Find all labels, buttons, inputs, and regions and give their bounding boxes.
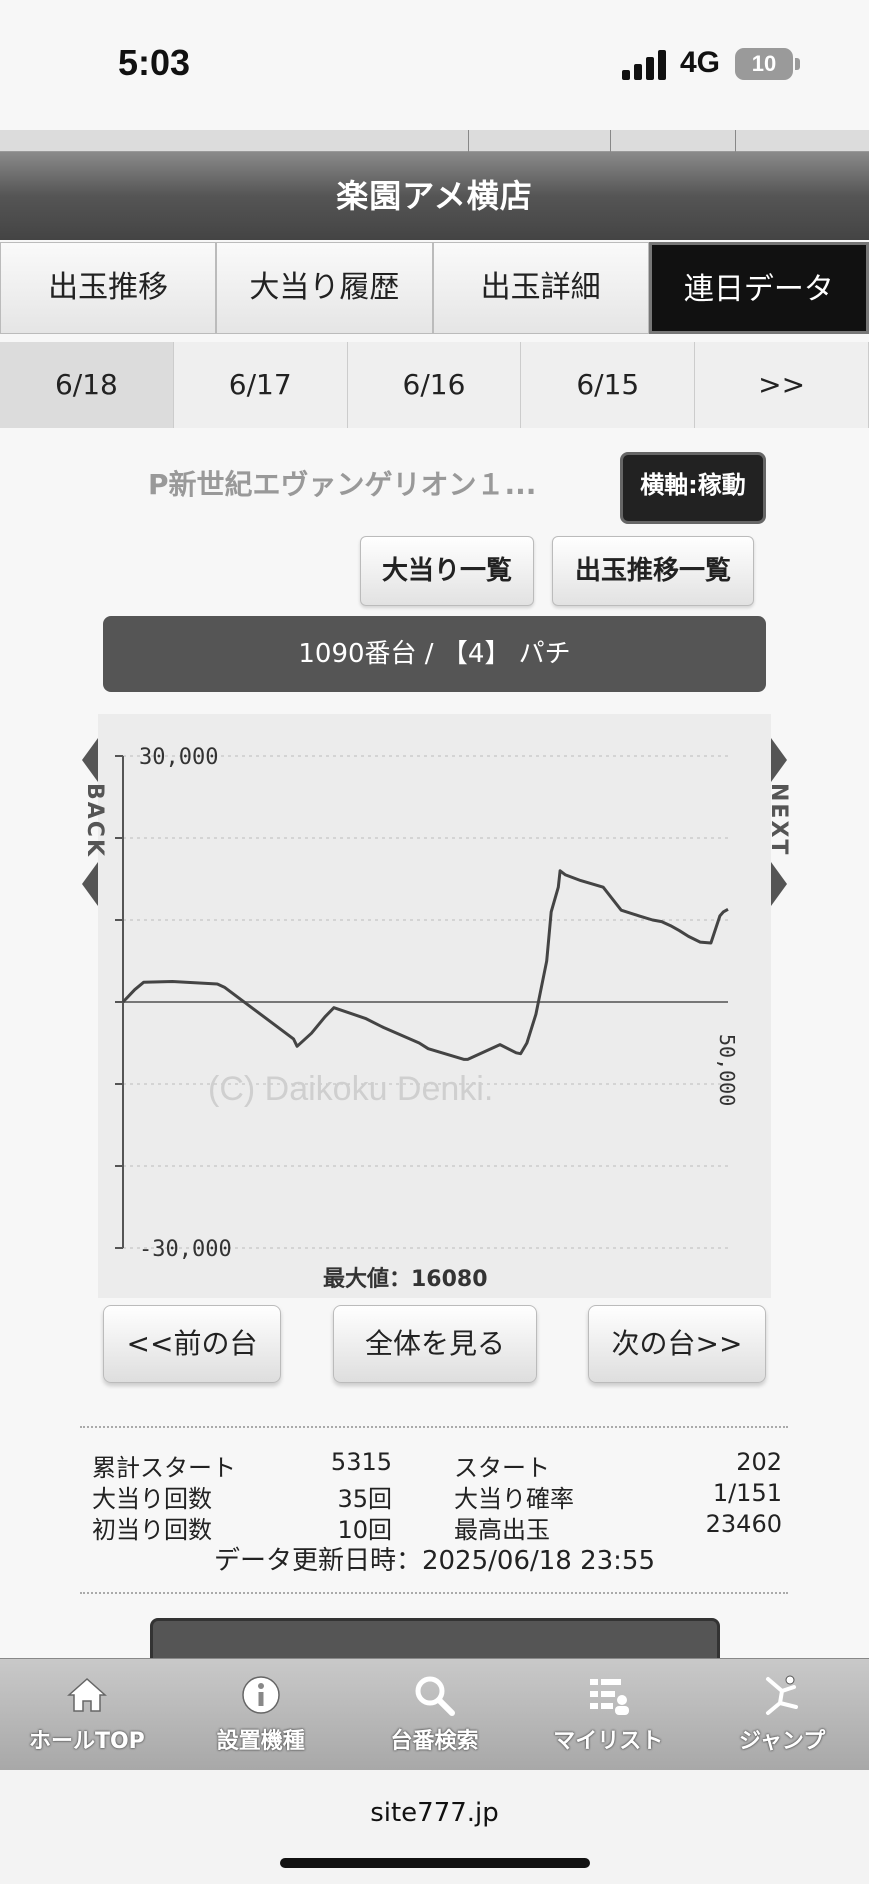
home-indicator (280, 1858, 590, 1868)
list-icon (590, 1679, 630, 1715)
network-type: 4G (680, 46, 721, 79)
nav-label: 台番検索 (390, 1729, 479, 1754)
view-all-button[interactable]: 全体を見る (333, 1305, 537, 1383)
battery-tip (795, 58, 800, 70)
search-icon (415, 1676, 456, 1716)
max-value-label: 最大値：16080 (323, 1267, 488, 1292)
machine-label: 1090番台 / 【4】 パチ (103, 616, 766, 692)
next-arrow-icon[interactable] (771, 738, 787, 782)
nav-label: ジャンプ (738, 1729, 826, 1754)
shop-title: 楽園アメ横店 (0, 152, 869, 240)
axis-toggle-button[interactable]: 横軸:稼動 (620, 452, 766, 524)
next-label[interactable]: NEXT (766, 783, 791, 856)
max-payout-value: 23460 (705, 1510, 782, 1538)
stats-row: 累計スタート 5315 スタート 202 (92, 1448, 782, 1482)
back-arrow-icon-lower[interactable] (82, 862, 98, 906)
date-tab-0615[interactable]: 6/15 (521, 342, 696, 428)
date-tab-0617[interactable]: 6/17 (173, 342, 348, 428)
stats-divider (80, 1592, 788, 1594)
chart-svg: 30,000 -30,000 (C) Daikoku Denki. 50,000 最大値… (115, 745, 739, 1292)
signal-icon (622, 50, 668, 80)
next-arrow-icon-lower[interactable] (771, 862, 787, 906)
stats-table: 累計スタート 5315 スタート 202 大当り回数 35回 大当り確率 1/1… (80, 1426, 788, 1544)
battery-icon: 10 (735, 48, 793, 80)
url-text: site777.jp (370, 1798, 499, 1828)
tab-hit-history[interactable]: 大当り履歴 (216, 242, 433, 334)
hits-label: 大当り回数 (92, 1485, 212, 1513)
back-label[interactable]: BACK (82, 783, 107, 858)
status-time: 5:03 (118, 42, 191, 83)
hits-value: 35回 (337, 1485, 392, 1513)
previous-menu-strip (0, 130, 869, 152)
nav-hall-top[interactable]: ホールTOP (0, 1659, 174, 1770)
stats-row: 初当り回数 10回 最高出玉 23460 (92, 1510, 782, 1544)
cumulative-start-value: 5315 (330, 1448, 392, 1476)
hit-list-button[interactable]: 大当り一覧 (360, 536, 534, 606)
hit-prob-label: 大当り確率 (454, 1485, 574, 1513)
main-tabs: 出玉推移 大当り履歴 出玉詳細 連日データ (0, 242, 869, 334)
data-updated-time: データ更新日時：2025/06/18 23:55 (213, 1546, 656, 1576)
tab-daily-data[interactable]: 連日データ (648, 242, 869, 334)
start-value: 202 (736, 1448, 782, 1476)
nav-my-list[interactable]: マイリスト (521, 1659, 695, 1770)
nav-label: 設置機種 (216, 1729, 305, 1754)
payout-chart: 30,000 -30,000 (C) Daikoku Denki. 50,000 最大値… (98, 714, 771, 1298)
date-tab-0618[interactable]: 6/18 (0, 342, 174, 428)
nav-label: ホールTOP (28, 1729, 145, 1754)
series-line (121, 869, 729, 1061)
next-machine-button[interactable]: 次の台>> (588, 1305, 766, 1383)
model-name: P新世紀エヴァンゲリオン１... (148, 468, 537, 501)
date-tab-more[interactable]: >> (695, 342, 869, 428)
nav-label: マイリスト (553, 1729, 664, 1754)
tab-payout-trend[interactable]: 出玉推移 (0, 242, 217, 334)
x-max-label: 50,000 (715, 1034, 739, 1106)
date-tab-0616[interactable]: 6/16 (347, 342, 522, 428)
info-icon (241, 1676, 280, 1714)
cumulative-start-label: 累計スタート (92, 1454, 236, 1482)
nav-machine-search[interactable]: 台番検索 (348, 1659, 522, 1770)
nav-installed-models[interactable]: 設置機種 (174, 1659, 348, 1770)
home-icon (66, 1677, 107, 1712)
watermark: (C) Daikoku Denki. (208, 1070, 493, 1108)
tab-payout-detail[interactable]: 出玉詳細 (432, 242, 649, 334)
hit-prob-value: 1/151 (712, 1479, 782, 1507)
start-label: スタート (454, 1454, 550, 1482)
date-tabs: 6/18 6/17 6/16 6/15 >> (0, 342, 869, 428)
back-arrow-icon[interactable] (82, 738, 98, 782)
status-bar: 5:03 4G 10 (0, 0, 869, 130)
stats-row: 大当り回数 35回 大当り確率 1/151 (92, 1479, 782, 1513)
y-tick-label-bottom: -30,000 (139, 1237, 232, 1262)
payout-list-button[interactable]: 出玉推移一覧 (552, 536, 754, 606)
bottom-nav: ホールTOP 設置機種 台番検索 マイリスト ジャンプ (0, 1658, 869, 1770)
prev-machine-button[interactable]: <<前の台 (103, 1305, 281, 1383)
y-tick-label-top: 30,000 (139, 745, 218, 770)
nav-jump[interactable]: ジャンプ (695, 1659, 869, 1770)
jump-icon (766, 1675, 799, 1715)
